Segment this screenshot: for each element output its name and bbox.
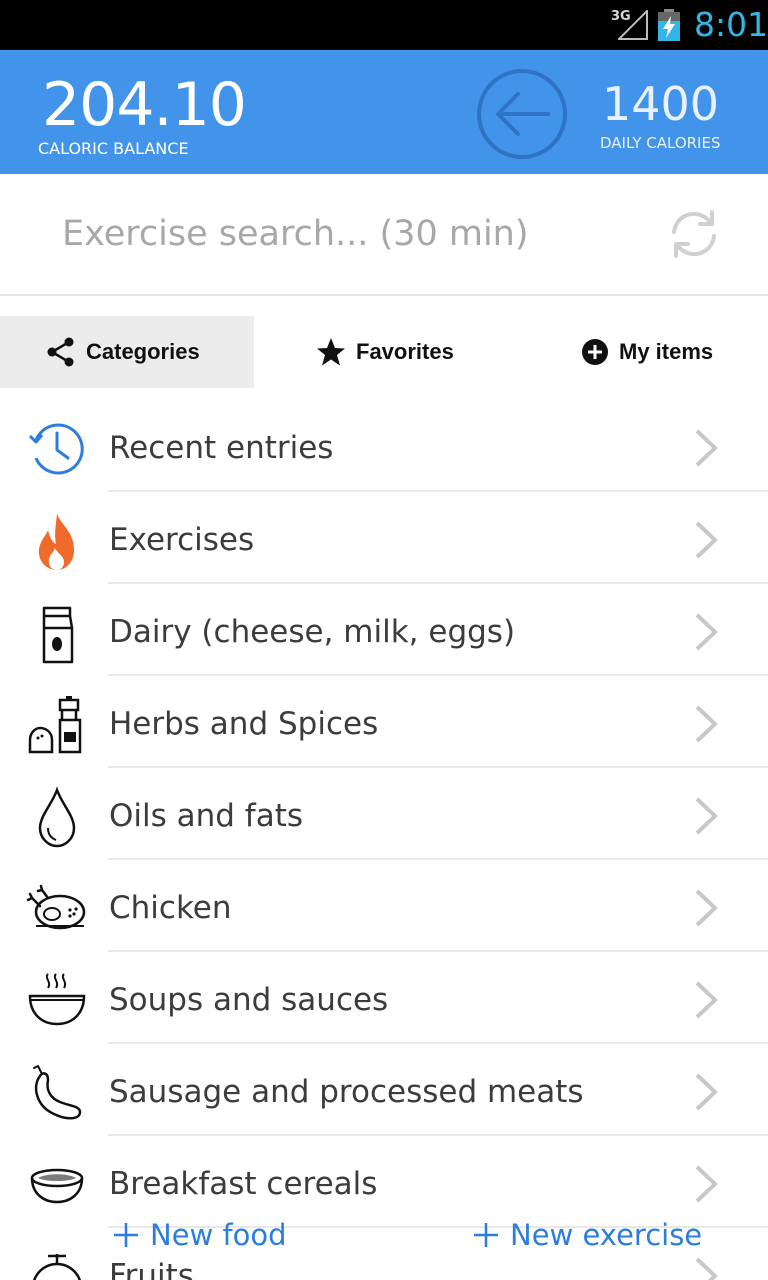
list-item-label: Dairy (cheese, milk, eggs)	[109, 614, 516, 650]
list-item-exercises[interactable]: Exercises	[0, 492, 768, 584]
tab-categories-label: Categories	[86, 339, 200, 364]
tab-favorites[interactable]: Favorites	[316, 316, 454, 388]
calorie-header: 204.10 CALORIC BALANCE 1400 DAILY CALORI…	[0, 50, 768, 174]
list-item-chicken[interactable]: Chicken	[0, 860, 768, 952]
signal-icon	[618, 10, 648, 40]
clock: 8:01	[694, 5, 768, 44]
chevron-right-icon	[695, 1165, 718, 1203]
soup-bowl-icon	[28, 973, 86, 1026]
list-item-dairy[interactable]: Dairy (cheese, milk, eggs)	[0, 584, 768, 676]
bottom-actions: New food New exercise	[0, 1212, 768, 1262]
tab-my-items[interactable]: My items	[581, 316, 713, 388]
chevron-right-icon	[695, 705, 718, 743]
search-bar	[0, 174, 768, 296]
oil-drop-icon	[38, 786, 76, 848]
category-tabs: Categories Favorites My items	[0, 316, 768, 388]
tab-categories[interactable]: Categories	[0, 316, 254, 388]
list-item-label: Soups and sauces	[109, 982, 389, 1018]
list-item-sausage[interactable]: Sausage and processed meats	[0, 1044, 768, 1136]
new-exercise-label: New exercise	[510, 1218, 703, 1252]
caloric-balance-label: CALORIC BALANCE	[38, 139, 189, 158]
flame-icon	[38, 514, 74, 570]
new-food-label: New food	[150, 1218, 287, 1252]
clock-history-icon	[28, 423, 84, 475]
list-item-label: Recent entries	[109, 430, 334, 466]
list-item-label: Herbs and Spices	[109, 706, 379, 742]
list-item-label: Chicken	[109, 890, 232, 926]
share-icon	[47, 337, 74, 367]
daily-calories-label: DAILY CALORIES	[600, 134, 721, 152]
daily-calories-value: 1400	[602, 77, 720, 131]
new-exercise-button[interactable]: New exercise	[472, 1218, 702, 1252]
chevron-right-icon	[695, 521, 718, 559]
chevron-right-icon	[695, 797, 718, 835]
caloric-balance-value: 204.10	[42, 70, 247, 140]
exercise-search-input[interactable]	[62, 214, 622, 254]
status-bar: 3G 8:01	[0, 0, 768, 50]
milk-carton-icon	[42, 606, 74, 664]
new-food-button[interactable]: New food	[112, 1218, 287, 1252]
pepper-grinder-icon	[28, 696, 82, 754]
chevron-right-icon	[695, 981, 718, 1019]
battery-charging-icon	[658, 9, 680, 41]
list-item-label: Breakfast cereals	[109, 1166, 378, 1202]
plus-icon	[114, 1223, 138, 1247]
tab-my-items-label: My items	[619, 339, 714, 364]
list-item-herbs-spices[interactable]: Herbs and Spices	[0, 676, 768, 768]
chevron-right-icon	[695, 613, 718, 651]
roast-chicken-icon	[26, 884, 86, 930]
star-icon	[317, 338, 345, 366]
sausage-icon	[33, 1065, 82, 1120]
chevron-right-icon	[695, 429, 718, 467]
plus-icon	[474, 1223, 498, 1247]
cereal-bowl-icon	[30, 1168, 84, 1204]
chevron-right-icon	[695, 1073, 718, 1111]
back-arrow-icon[interactable]	[476, 68, 568, 160]
list-item-label: Oils and fats	[109, 798, 304, 834]
plus-circle-icon	[582, 339, 608, 365]
list-item-label: Exercises	[109, 522, 255, 558]
list-item-recent-entries[interactable]: Recent entries	[0, 400, 768, 492]
list-item-label: Sausage and processed meats	[109, 1074, 584, 1110]
list-item-soups-sauces[interactable]: Soups and sauces	[0, 952, 768, 1044]
chevron-right-icon	[695, 889, 718, 927]
list-item-oils-fats[interactable]: Oils and fats	[0, 768, 768, 860]
refresh-icon[interactable]	[666, 206, 722, 262]
tab-favorites-label: Favorites	[356, 339, 454, 364]
